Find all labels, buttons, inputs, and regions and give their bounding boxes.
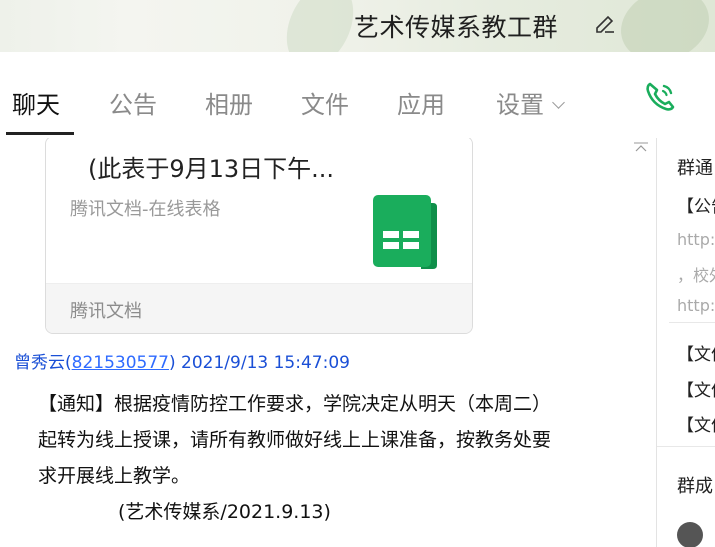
group-notice-title: 群通 <box>677 158 713 179</box>
group-notice-item[interactable]: 【公告 <box>677 192 715 217</box>
chat-message-area[interactable]: (此表于9月13日下午... 腾讯文档-在线表格 腾讯文档 曾秀云(821530… <box>0 138 656 547</box>
notice-link[interactable]: http:/ <box>677 230 715 249</box>
message-line: 求开展线上教学。 <box>38 465 191 487</box>
panel-separator <box>669 322 715 323</box>
edit-icon[interactable] <box>593 12 617 36</box>
group-members-title: 群成 <box>677 476 713 497</box>
tab-album[interactable]: 相册 <box>205 85 253 120</box>
shared-document-card[interactable]: (此表于9月13日下午... 腾讯文档-在线表格 腾讯文档 <box>45 138 473 334</box>
group-title[interactable]: 艺术传媒系教工群 <box>354 8 558 44</box>
file-item[interactable]: 【文件 <box>677 340 715 365</box>
member-avatar[interactable] <box>677 522 703 547</box>
tab-announcement[interactable]: 公告 <box>109 85 157 120</box>
sender-qq-link[interactable]: 821530577 <box>72 353 169 373</box>
banner-decoration <box>273 0 367 52</box>
tab-apps[interactable]: 应用 <box>397 85 445 120</box>
chevron-up-icon[interactable] <box>634 142 648 152</box>
phone-call-icon[interactable] <box>642 79 678 115</box>
notice-text: ，校外 <box>677 266 715 285</box>
panel-separator <box>657 446 715 447</box>
document-title: (此表于9月13日下午... <box>88 155 335 183</box>
message-body: 【通知】根据疫情防控工作要求，学院决定从明天（本周二） 起转为线上授课，请所有教… <box>38 386 638 530</box>
group-info-panel: 群通 【公告 http:/ ，校外 http:/ 【文件 【文件 【文件 群成 <box>657 138 715 547</box>
banner-decoration <box>610 0 715 52</box>
group-header-banner: 艺术传媒系教工群 <box>0 0 715 52</box>
document-app-name: 腾讯文档 <box>70 301 142 322</box>
chevron-down-icon <box>552 96 565 109</box>
message-timestamp: 2021/9/13 15:47:09 <box>181 353 350 373</box>
message-line: 【通知】根据疫情防控工作要求，学院决定从明天（本周二） <box>38 393 552 415</box>
tab-settings-label: 设置 <box>496 91 544 119</box>
tab-files[interactable]: 文件 <box>301 85 349 120</box>
document-source: 腾讯文档-在线表格 <box>70 199 221 220</box>
active-tab-indicator <box>6 132 74 135</box>
message-signature: (艺术传媒系/2021.9.13) <box>118 501 331 523</box>
document-card-footer: 腾讯文档 <box>46 283 472 333</box>
spreadsheet-icon <box>373 195 437 269</box>
tab-bar: 聊天 公告 相册 文件 应用 设置 <box>0 52 715 139</box>
tab-settings[interactable]: 设置 <box>496 85 565 120</box>
notice-link[interactable]: http:/ <box>677 296 715 315</box>
file-item[interactable]: 【文件 <box>677 376 715 401</box>
file-item[interactable]: 【文件 <box>677 411 715 436</box>
sender-name: 曾秀云 <box>14 353 65 373</box>
tab-chat[interactable]: 聊天 <box>12 85 60 120</box>
message-line: 起转为线上授课，请所有教师做好线上上课准备，按教务处要 <box>38 429 552 451</box>
message-sender[interactable]: 曾秀云(821530577) 2021/9/13 15:47:09 <box>14 348 350 373</box>
